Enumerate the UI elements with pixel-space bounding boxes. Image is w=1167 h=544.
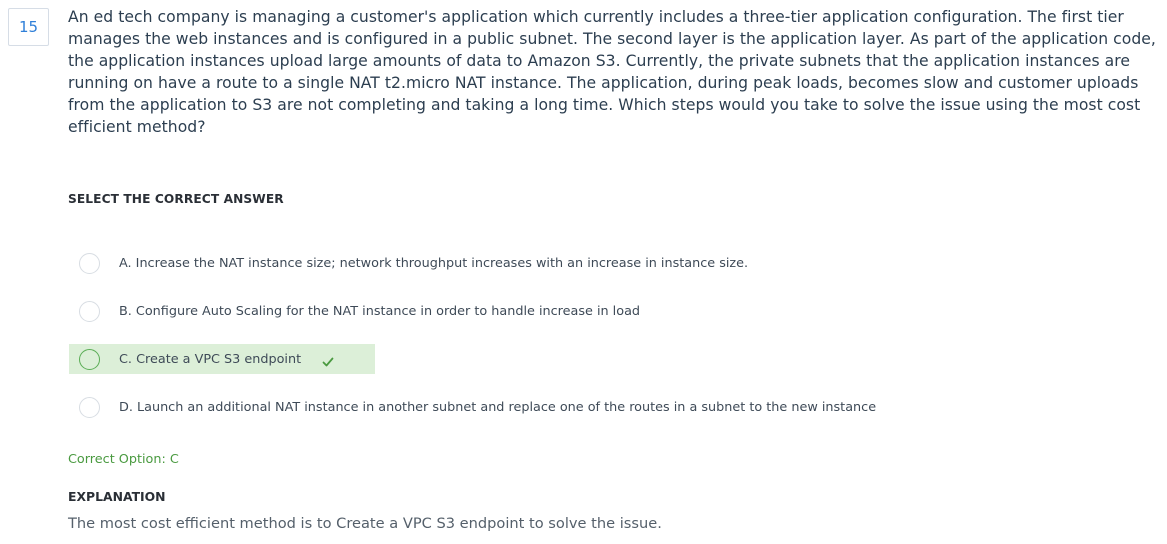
question-number: 15	[18, 18, 39, 36]
radio-button-c[interactable]	[79, 348, 100, 370]
explanation-text: The most cost efficient method is to Cre…	[68, 515, 662, 532]
radio-button-b[interactable]	[79, 300, 100, 322]
answer-option-d-label: D. Launch an additional NAT instance in …	[119, 399, 877, 415]
answer-option-b-label: B. Configure Auto Scaling for the NAT in…	[119, 303, 641, 319]
question-text: An ed tech company is managing a custome…	[68, 8, 1156, 136]
explanation-heading: EXPLANATION	[68, 489, 166, 504]
answer-option-a[interactable]: A. Increase the NAT instance size; netwo…	[69, 248, 748, 278]
radio-button-d[interactable]	[79, 396, 100, 418]
answer-option-a-label: A. Increase the NAT instance size; netwo…	[119, 255, 749, 271]
answer-option-d[interactable]: D. Launch an additional NAT instance in …	[69, 392, 876, 422]
correct-option-text: Correct Option: C	[68, 452, 179, 467]
select-answer-heading: SELECT THE CORRECT ANSWER	[68, 192, 284, 206]
radio-button-a[interactable]	[79, 252, 100, 274]
answer-option-c-label: C. Create a VPC S3 endpoint	[119, 351, 302, 367]
question-page: 15 An ed tech company is managing a cust…	[0, 0, 1167, 544]
answer-option-b[interactable]: B. Configure Auto Scaling for the NAT in…	[69, 296, 640, 326]
question-number-badge: 15	[8, 8, 49, 46]
check-icon	[322, 357, 334, 367]
answer-option-c[interactable]: C. Create a VPC S3 endpoint	[69, 344, 375, 374]
